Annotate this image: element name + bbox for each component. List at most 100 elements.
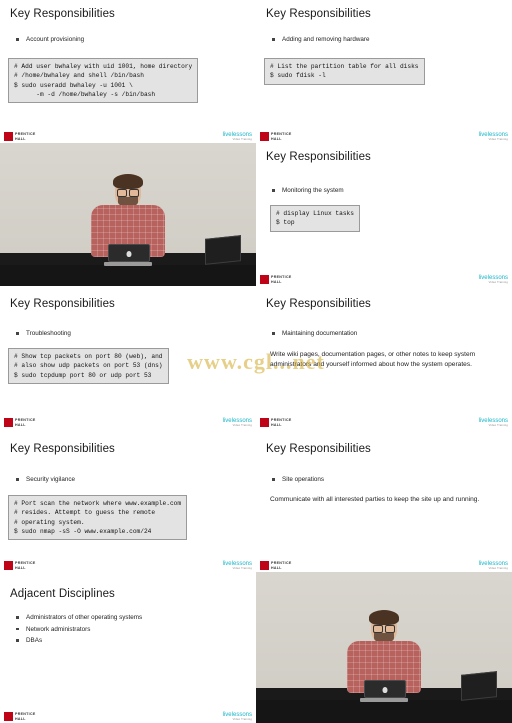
list-item: Account provisioning <box>14 36 248 45</box>
video-cell-2[interactable] <box>256 572 512 723</box>
publisher-line-2: HALL <box>15 422 26 427</box>
slide-cell-1[interactable]: Key Responsibilities Account provisionin… <box>0 0 256 143</box>
publisher-line-2: HALL <box>15 565 26 570</box>
slide-footer: PRENTICE HALL livelessons Video Training <box>0 558 256 572</box>
prentice-hall-logo: PRENTICE HALL <box>260 418 292 427</box>
publisher-line-1: PRENTICE <box>271 132 292 137</box>
bullet-list: Security vigilance <box>14 476 248 488</box>
livelessons-logo: livelessons Video Training <box>479 132 508 141</box>
slide-site-operations: Key Responsibilities Site operations Com… <box>256 429 512 572</box>
livelessons-tagline: Video Training <box>488 138 508 141</box>
list-item: Security vigilance <box>14 476 248 485</box>
publisher-line-2: HALL <box>15 136 26 141</box>
code-line: # also show udp packets on port 53 (dns) <box>14 362 163 370</box>
list-item: Network administrators <box>14 626 248 635</box>
slide-cell-3[interactable]: Key Responsibilities Monitoring the syst… <box>256 143 512 286</box>
presenter-hair <box>369 609 399 625</box>
laptop-base <box>104 261 152 266</box>
apple-logo-icon <box>126 250 132 257</box>
code-line: # display Linux tasks <box>276 210 354 217</box>
bullet-list: Administrators of other operating system… <box>14 614 248 649</box>
code-line: $ sudo nmap -sS -O www.example.com/24 <box>14 527 152 535</box>
list-item: Maintaining documentation <box>270 330 504 339</box>
code-line: $ top <box>276 219 295 227</box>
publisher-line-1: PRENTICE <box>271 561 292 566</box>
prentice-hall-mark-icon <box>260 561 269 570</box>
code-line: # List the partition table for all disks <box>270 63 419 70</box>
livelessons-tagline: Video Training <box>232 138 252 141</box>
page-title: Key Responsibilities <box>266 443 371 455</box>
bullet-list: Site operations <box>270 476 504 488</box>
presenter-hair <box>113 174 143 190</box>
code-block: # display Linux tasks $ top <box>270 205 360 232</box>
publisher-line-2: HALL <box>271 279 282 284</box>
presenter-head <box>113 174 143 208</box>
livelessons-tagline: Video Training <box>488 281 508 284</box>
slide-cell-7[interactable]: Key Responsibilities Site operations Com… <box>256 429 512 572</box>
prentice-hall-mark-icon <box>4 418 13 427</box>
list-item: Adding and removing hardware <box>270 36 504 45</box>
prentice-hall-logo: PRENTICE HALL <box>4 712 36 721</box>
prentice-hall-mark-icon <box>4 132 13 141</box>
slide-security-vigilance: Key Responsibilities Security vigilance … <box>0 429 256 572</box>
code-line: -m -d /home/bwhaley -s /bin/bash <box>14 90 156 98</box>
livelessons-tagline: Video Training <box>232 718 252 721</box>
presenter-head <box>369 609 399 643</box>
livelessons-logo: livelessons Video Training <box>223 712 252 721</box>
monitor-icon <box>204 235 241 266</box>
prentice-hall-logo: PRENTICE HALL <box>260 561 292 570</box>
publisher-line-2: HALL <box>271 565 282 570</box>
prentice-hall-mark-icon <box>4 561 13 570</box>
slide-cell-6[interactable]: Key Responsibilities Security vigilance … <box>0 429 256 572</box>
code-line: # Add user bwhaley with uid 1001, home d… <box>14 63 193 70</box>
list-item: Troubleshooting <box>14 330 248 339</box>
page-title: Key Responsibilities <box>266 298 371 310</box>
code-line: $ sudo fdisk -l <box>270 72 326 80</box>
slide-cell-4[interactable]: Key Responsibilities Troubleshooting # S… <box>0 286 256 429</box>
glasses-icon <box>373 624 395 633</box>
prentice-hall-logo: PRENTICE HALL <box>4 418 36 427</box>
prentice-hall-mark-icon <box>260 418 269 427</box>
prentice-hall-logo: PRENTICE HALL <box>4 561 36 570</box>
slide-adjacent-disciplines: Adjacent Disciplines Administrators of o… <box>0 572 256 723</box>
code-line: # resides. Attempt to guess the remote <box>14 509 156 517</box>
livelessons-tagline: Video Training <box>232 424 252 427</box>
slide-footer: PRENTICE HALL livelessons Video Training <box>256 272 512 286</box>
glasses-lens-left <box>117 189 127 198</box>
laptop-icon <box>104 243 152 266</box>
code-block: # Port scan the network where www.exampl… <box>8 495 188 541</box>
publisher-line-1: PRENTICE <box>15 712 36 717</box>
slide-footer: PRENTICE HALL livelessons Video Training <box>256 558 512 572</box>
livelessons-tagline: Video Training <box>488 424 508 427</box>
livelessons-logo: livelessons Video Training <box>223 561 252 570</box>
list-item: Monitoring the system <box>270 187 504 196</box>
slide-cell-5[interactable]: Key Responsibilities Maintaining documen… <box>256 286 512 429</box>
laptop-base <box>360 697 408 702</box>
slide-cell-2[interactable]: Key Responsibilities Adding and removing… <box>256 0 512 143</box>
monitor-icon <box>460 670 497 701</box>
code-line: $ sudo useradd bwhaley -u 1001 \ <box>14 81 133 89</box>
slide-account-provisioning: Key Responsibilities Account provisionin… <box>0 0 256 143</box>
slide-maintaining-documentation: Key Responsibilities Maintaining documen… <box>256 286 512 429</box>
video-presenter-2 <box>256 572 512 723</box>
publisher-line-2: HALL <box>271 136 282 141</box>
video-cell-1[interactable] <box>0 143 256 286</box>
prentice-hall-mark-icon <box>260 132 269 141</box>
prentice-hall-logo: PRENTICE HALL <box>260 275 292 284</box>
bullet-list: Maintaining documentation <box>270 330 504 342</box>
livelessons-tagline: Video Training <box>488 567 508 570</box>
code-block: # List the partition table for all disks… <box>264 58 425 85</box>
slide-footer: PRENTICE HALL livelessons Video Training <box>0 709 256 723</box>
bullet-list: Monitoring the system <box>270 187 504 199</box>
screenshot-grid: Key Responsibilities Account provisionin… <box>0 0 512 723</box>
publisher-line-2: HALL <box>271 422 282 427</box>
slide-footer: PRENTICE HALL livelessons Video Training <box>0 415 256 429</box>
video-presenter-1 <box>0 143 256 286</box>
publisher-line-1: PRENTICE <box>271 418 292 423</box>
livelessons-logo: livelessons Video Training <box>479 561 508 570</box>
bullet-list: Troubleshooting <box>14 330 248 342</box>
slide-cell-8[interactable]: Adjacent Disciplines Administrators of o… <box>0 572 256 723</box>
code-line: # Show tcp packets on port 80 (web), and <box>14 353 163 360</box>
laptop-lid <box>108 243 150 262</box>
publisher-line-1: PRENTICE <box>15 132 36 137</box>
